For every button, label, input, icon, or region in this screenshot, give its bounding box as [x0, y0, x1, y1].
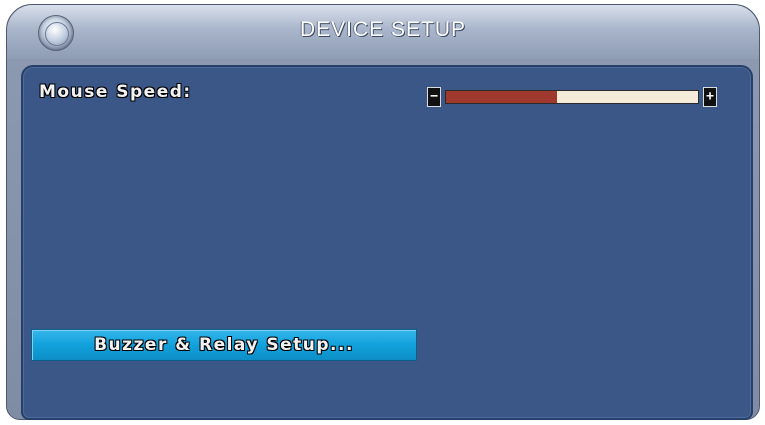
mouse-speed-label: Mouse Speed: — [39, 82, 192, 102]
decrease-button[interactable]: − — [427, 87, 441, 107]
window-title: DEVICE SETUP — [299, 18, 467, 41]
slider-track[interactable] — [445, 90, 699, 104]
title-bar: DEVICE SETUP — [7, 5, 759, 59]
settings-panel: Mouse Speed: − + Buzzer & Relay Setup... — [21, 65, 753, 420]
buzzer-relay-setup-button[interactable]: Buzzer & Relay Setup... — [31, 329, 417, 361]
mouse-speed-slider[interactable]: − + — [427, 87, 717, 109]
slider-fill — [446, 91, 557, 103]
increase-button[interactable]: + — [703, 87, 717, 107]
device-setup-window: DEVICE SETUP Mouse Speed: − + Buzzer & R… — [6, 4, 760, 420]
